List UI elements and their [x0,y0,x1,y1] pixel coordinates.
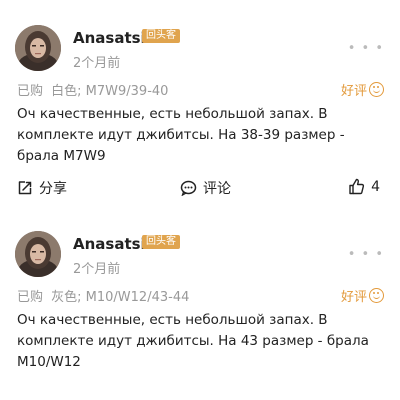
avatar[interactable] [15,25,61,71]
share-icon [18,181,32,195]
comment-button[interactable]: 评论 [180,178,231,198]
avatar[interactable] [15,231,61,277]
good-review-label: 好评 [340,84,367,99]
review-text: Оч качественные, есть небольшой запах. В… [17,106,345,164]
smile-icon [369,82,384,97]
avatar-image [15,231,61,277]
like-count: 4 [371,178,380,195]
good-review-label: 好评 [340,290,367,305]
review-actions: 分享 评论 4 [0,178,400,198]
good-review-tag: 好评 [341,80,384,99]
bought-label: 已购 [17,84,44,99]
smile-icon [369,288,384,303]
repeat-customer-badge: 回头客 [142,29,180,43]
bought-label: 已购 [17,290,44,305]
variant-text: 灰色; M10/W12/43-44 [51,290,190,305]
repeat-customer-badge: 回头客 [142,235,180,249]
variant-text: 白色; M7W9/39-40 [51,84,169,99]
review-time: 2个月前 [73,262,121,277]
review-time: 2个月前 [73,56,121,71]
share-button[interactable]: 分享 [17,178,67,198]
purchased-variant: 已购 白色; M7W9/39-40 [17,80,168,99]
comment-icon [180,180,197,196]
review-card: Anasatsia 回头客 2个月前 • • • 已购 灰色; M10/W12/… [0,206,400,400]
avatar-image [15,25,61,71]
review-text: Оч качественные, есть небольшой запах. В… [17,312,369,370]
review-card: Anasatsia 回头客 2个月前 • • • 已购 白色; M7W9/39-… [0,0,400,206]
comment-label: 评论 [203,181,231,197]
like-button[interactable]: 4 [348,178,380,195]
share-label: 分享 [39,181,67,197]
purchased-variant: 已购 灰色; M10/W12/43-44 [17,286,189,305]
thumbs-up-icon [349,178,365,195]
good-review-tag: 好评 [341,286,384,305]
more-dots-icon[interactable]: • • • [348,41,384,56]
more-dots-icon[interactable]: • • • [348,247,384,262]
